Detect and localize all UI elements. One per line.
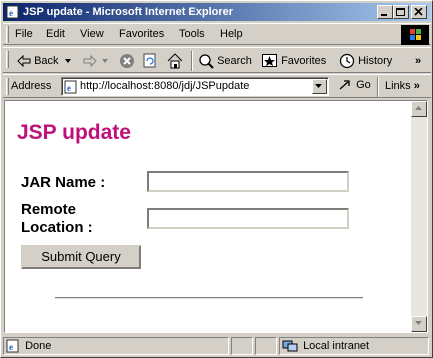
address-url: http://localhost:8080/jdj/JSPupdate: [80, 80, 250, 92]
history-icon: [339, 53, 355, 69]
jar-name-input[interactable]: [147, 171, 349, 192]
menu-view[interactable]: View: [80, 28, 104, 40]
minimize-button[interactable]: [377, 5, 393, 19]
window-title: JSP update - Microsoft Internet Explorer: [23, 6, 234, 18]
chevron-down-icon[interactable]: [102, 58, 109, 64]
remote-location-input[interactable]: [147, 208, 349, 229]
menu-edit[interactable]: Edit: [46, 28, 65, 40]
go-arrow-icon: [339, 80, 350, 90]
scroll-down-arrow-icon: [415, 321, 422, 325]
page-heading: JSP update: [17, 121, 131, 144]
home-button[interactable]: [167, 52, 183, 70]
maximize-button[interactable]: [393, 5, 409, 19]
address-separator: [377, 77, 379, 97]
remote-label-line1: Remote: [21, 201, 77, 218]
forward-button[interactable]: [83, 52, 109, 70]
horizontal-rule: [55, 297, 363, 299]
go-label: Go: [356, 79, 371, 91]
toolbar-separator: [191, 51, 193, 71]
menu-tools[interactable]: Tools: [179, 28, 205, 40]
favorites-star-icon: [262, 54, 277, 68]
status-zone: Local intranet: [303, 340, 370, 352]
close-button[interactable]: [411, 5, 427, 19]
refresh-button[interactable]: [143, 52, 157, 70]
remote-location-label: Remote Location :: [21, 201, 93, 237]
menu-favorites[interactable]: Favorites: [119, 28, 164, 40]
menu-grip[interactable]: [6, 26, 9, 43]
history-label: History: [358, 55, 393, 67]
browser-window: e JSP update - Microsoft Internet Explor…: [0, 0, 433, 358]
stop-icon: [120, 54, 134, 69]
refresh-icon: [143, 53, 156, 68]
back-label: Back: [34, 55, 59, 67]
go-button[interactable]: Go: [339, 79, 371, 91]
scroll-down-button[interactable]: [411, 316, 427, 332]
maximize-icon: [396, 8, 405, 16]
home-icon: [167, 53, 183, 69]
links-overflow-chevron: »: [413, 80, 420, 92]
page-content: JSP update JAR Name : Remote Location : …: [4, 100, 428, 333]
address-field[interactable]: e http://localhost:8080/jdj/JSPupdate: [61, 77, 329, 96]
status-text: Done: [25, 340, 52, 352]
minimize-icon: [381, 14, 387, 16]
status-text-cell: e Done: [3, 337, 229, 355]
search-icon: [199, 54, 214, 69]
standard-toolbar: Back Search Favorites History »: [3, 47, 431, 73]
address-dropdown-button[interactable]: [312, 79, 327, 94]
status-security-cell: [255, 337, 277, 355]
links-label: Links: [385, 80, 411, 92]
forward-arrow-icon: [83, 54, 97, 68]
toolbar-grip[interactable]: [6, 51, 9, 68]
address-label: Address: [11, 80, 52, 92]
intranet-zone-icon: [282, 340, 298, 352]
scroll-up-button[interactable]: [411, 101, 427, 117]
ie-page-icon: e: [64, 80, 77, 94]
toolbar-overflow-chevron[interactable]: »: [415, 52, 421, 70]
submit-query-button[interactable]: Submit Query: [21, 245, 141, 269]
status-progress-cell: [231, 337, 253, 355]
vertical-scrollbar[interactable]: [411, 101, 427, 332]
chevron-down-icon: [315, 84, 322, 88]
favorites-button[interactable]: Favorites: [262, 52, 326, 70]
chevron-down-icon[interactable]: [64, 58, 72, 64]
search-label: Search: [217, 55, 252, 67]
links-button[interactable]: Links »: [385, 80, 420, 92]
svg-text:e: e: [67, 83, 71, 93]
status-bar: e Done Local intranet: [3, 335, 431, 356]
back-button[interactable]: Back: [17, 52, 72, 70]
svg-text:e: e: [9, 8, 13, 18]
title-bar[interactable]: e JSP update - Microsoft Internet Explor…: [3, 3, 431, 21]
address-grip[interactable]: [6, 78, 9, 95]
menu-file[interactable]: File: [15, 28, 33, 40]
jar-name-label: JAR Name :: [21, 174, 106, 191]
search-button[interactable]: Search: [198, 52, 252, 70]
address-bar: Address e http://localhost:8080/jdj/JSPu…: [3, 74, 431, 98]
menu-help[interactable]: Help: [220, 28, 243, 40]
close-icon: [414, 8, 423, 16]
history-button[interactable]: History: [339, 52, 392, 70]
stop-button[interactable]: [119, 52, 135, 70]
svg-text:e: e: [9, 342, 13, 352]
favorites-label: Favorites: [281, 55, 327, 67]
windows-logo-icon: [401, 25, 429, 45]
ie-page-icon: e: [6, 339, 19, 353]
ie-page-icon: e: [6, 5, 19, 19]
menu-bar: File Edit View Favorites Tools Help: [3, 23, 431, 45]
scroll-up-arrow-icon: [415, 106, 422, 110]
back-arrow-icon: [17, 54, 31, 68]
status-zone-cell: Local intranet: [279, 337, 429, 355]
remote-label-line2: Location :: [21, 219, 93, 236]
